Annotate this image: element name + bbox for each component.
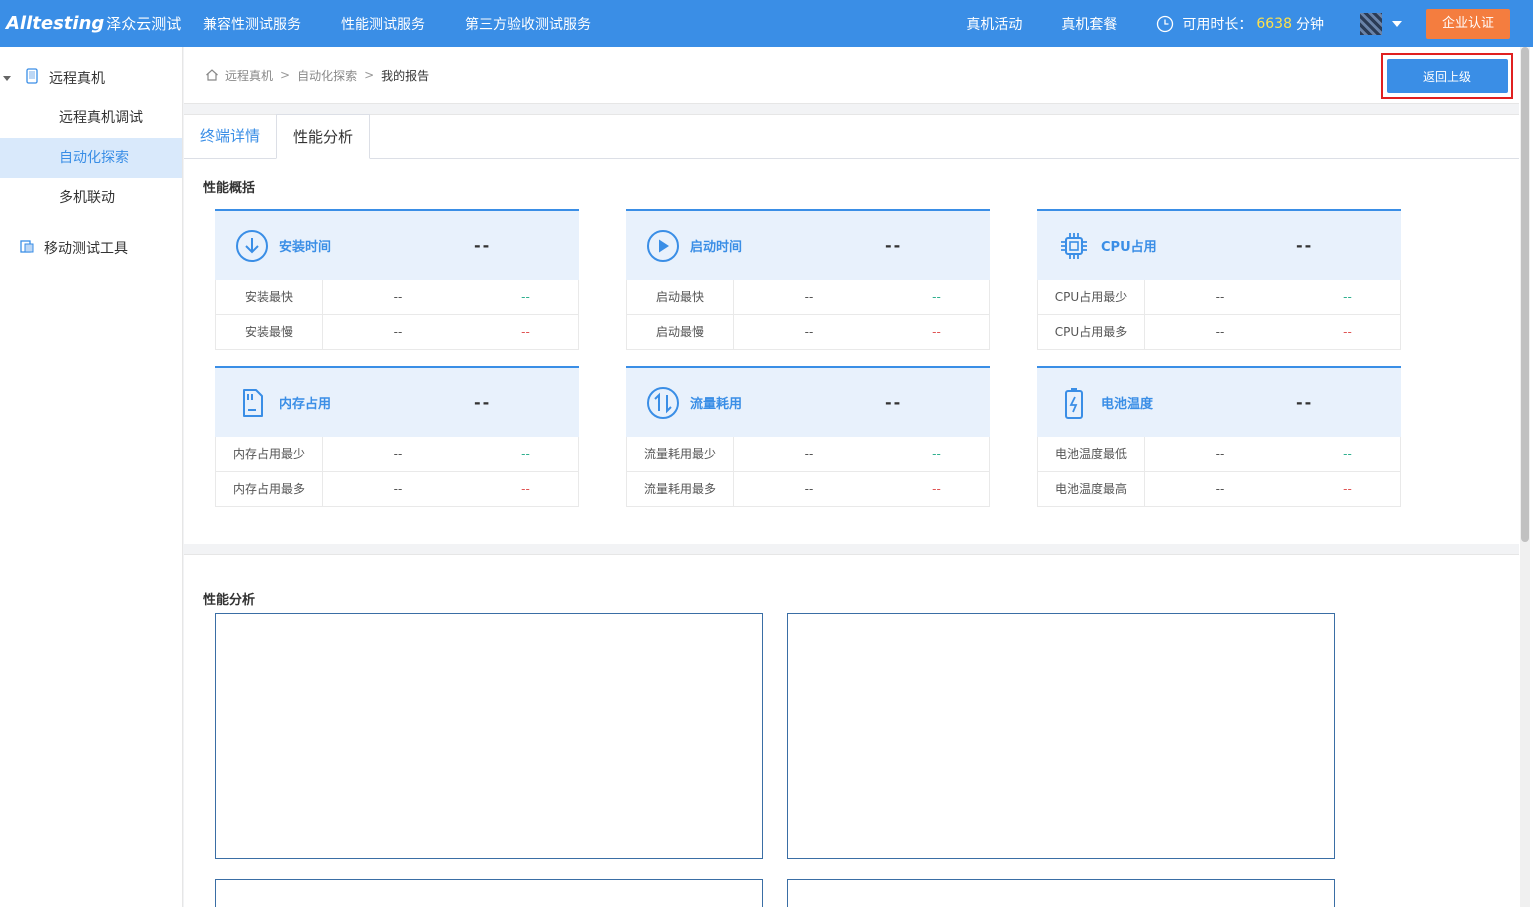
tab-terminal-details[interactable]: 终端详情 xyxy=(184,114,276,158)
nav-performance[interactable]: 性能测试服务 xyxy=(341,14,425,34)
table-row: 电池温度最高 -- -- xyxy=(1037,472,1401,507)
sidebar-item-auto-explore[interactable]: 自动化探索 xyxy=(0,138,182,178)
sidebar-group-label: 远程真机 xyxy=(49,71,105,87)
card-title: 流量耗用 xyxy=(690,397,743,412)
enterprise-auth-button[interactable]: 企业认证 xyxy=(1425,8,1510,39)
tabs: 终端详情 性能分析 xyxy=(184,114,1519,159)
tools-icon xyxy=(20,239,34,257)
time-label: 可用时长： xyxy=(1182,16,1253,33)
scrollbar-thumb[interactable] xyxy=(1521,47,1529,542)
sidebar-item-remote-debug[interactable]: 远程真机调试 xyxy=(0,98,182,138)
scrollbar[interactable] xyxy=(1520,47,1530,907)
main-nav: 兼容性测试服务 性能测试服务 第三方验收测试服务 xyxy=(183,0,611,47)
nav-device-package[interactable]: 真机套餐 xyxy=(1061,14,1117,34)
breadcrumb-my-report: 我的报告 xyxy=(381,68,430,83)
back-button[interactable]: 返回上级 xyxy=(1386,59,1508,93)
card-value: -- xyxy=(1296,236,1314,255)
table-row: 电池温度最低 -- -- xyxy=(1037,437,1401,472)
card-battery-temp: 电池温度 -- 电池温度最低 -- -- 电池温度最高 -- -- xyxy=(1037,366,1401,507)
battery-icon xyxy=(1057,386,1091,420)
card-title: 安装时间 xyxy=(279,240,332,255)
card-value: -- xyxy=(885,236,903,255)
chart-panel xyxy=(215,879,763,907)
traffic-arrows-icon xyxy=(646,386,680,420)
download-icon xyxy=(235,229,269,263)
overview-panel: 终端详情 性能分析 性能概括 安装时间 -- 安装最快 -- -- 安装最慢 -- --… xyxy=(184,114,1519,544)
phone-icon xyxy=(25,68,39,88)
card-launch-time: 启动时间 -- 启动最快 -- -- 启动最慢 -- -- xyxy=(626,209,990,350)
analysis-title: 性能分析 xyxy=(203,593,256,608)
breadcrumb: 远程真机 > 自动化探索 > 我的报告 返回上级 xyxy=(184,47,1519,104)
table-row: 内存占用最少 -- -- xyxy=(215,437,579,472)
breadcrumb-remote-device[interactable]: 远程真机 xyxy=(225,67,273,84)
table-row: CPU占用最少 -- -- xyxy=(1037,280,1401,315)
tab-performance-analysis[interactable]: 性能分析 xyxy=(276,114,371,159)
sidebar-group-mobile-tools[interactable]: 移动测试工具 xyxy=(0,228,182,268)
card-traffic-usage: 流量耗用 -- 流量耗用最少 -- -- 流量耗用最多 -- -- xyxy=(626,366,990,507)
card-value: -- xyxy=(885,393,903,412)
card-value: -- xyxy=(474,236,492,255)
chart-panel xyxy=(787,879,1335,907)
available-time: 可用时长： 6638 分钟 xyxy=(1156,14,1324,34)
cpu-icon xyxy=(1057,229,1091,263)
caret-down-icon xyxy=(3,75,11,81)
memory-card-icon xyxy=(235,386,269,420)
table-row: 安装最慢 -- -- xyxy=(215,315,579,350)
analysis-panel: 性能分析 xyxy=(184,554,1519,907)
card-title: CPU占用 xyxy=(1101,240,1157,255)
nav-right: 真机活动 真机套餐 可用时长： 6638 分钟 企业认证 xyxy=(966,0,1533,47)
home-icon[interactable] xyxy=(205,68,219,82)
table-row: CPU占用最多 -- -- xyxy=(1037,315,1401,350)
logo-cn: 泽众云测试 xyxy=(106,15,182,33)
overview-title: 性能概括 xyxy=(203,181,256,196)
time-value: 6638 xyxy=(1256,15,1292,32)
nav-acceptance[interactable]: 第三方验收测试服务 xyxy=(465,14,591,34)
sidebar-group-remote-device[interactable]: 远程真机 xyxy=(0,58,182,98)
card-install-time: 安装时间 -- 安装最快 -- -- 安装最慢 -- -- xyxy=(215,209,579,350)
sidebar-item-multi-device[interactable]: 多机联动 xyxy=(0,178,182,218)
card-memory-usage: 内存占用 -- 内存占用最少 -- -- 内存占用最多 -- -- xyxy=(215,366,579,507)
sidebar-group-label: 移动测试工具 xyxy=(44,241,128,257)
table-row: 启动最慢 -- -- xyxy=(626,315,990,350)
nav-device-activity[interactable]: 真机活动 xyxy=(966,14,1022,34)
chart-panel xyxy=(215,613,763,859)
clock-icon xyxy=(1157,15,1174,32)
nav-compatibility[interactable]: 兼容性测试服务 xyxy=(203,14,301,34)
card-value: -- xyxy=(474,393,492,412)
breadcrumb-auto-explore[interactable]: 自动化探索 xyxy=(297,67,357,84)
breadcrumb-sep: > xyxy=(280,68,291,82)
breadcrumb-sep: > xyxy=(364,68,375,82)
table-row: 内存占用最多 -- -- xyxy=(215,472,579,507)
avatar[interactable] xyxy=(1359,12,1382,35)
play-icon xyxy=(646,229,680,263)
table-row: 流量耗用最多 -- -- xyxy=(626,472,990,507)
back-button-highlight: 返回上级 xyxy=(1381,53,1513,99)
chevron-down-icon[interactable] xyxy=(1391,20,1402,27)
main-content: 远程真机 > 自动化探索 > 我的报告 返回上级 终端详情 性能分析 性能概括 … xyxy=(184,47,1519,907)
sidebar: 远程真机 远程真机调试 自动化探索 多机联动 移动测试工具 xyxy=(0,47,183,907)
chart-panel xyxy=(787,613,1335,859)
card-title: 内存占用 xyxy=(279,397,332,412)
card-title: 电池温度 xyxy=(1101,397,1154,412)
top-navbar: Alltesting 泽众云测试 兼容性测试服务 性能测试服务 第三方验收测试服… xyxy=(0,0,1533,47)
table-row: 启动最快 -- -- xyxy=(626,280,990,315)
card-title: 启动时间 xyxy=(690,240,743,255)
logo[interactable]: Alltesting 泽众云测试 xyxy=(0,13,183,34)
card-value: -- xyxy=(1296,393,1314,412)
card-cpu-usage: CPU占用 -- CPU占用最少 -- -- CPU占用最多 -- -- xyxy=(1037,209,1401,350)
time-unit: 分钟 xyxy=(1295,16,1324,33)
table-row: 安装最快 -- -- xyxy=(215,280,579,315)
table-row: 流量耗用最少 -- -- xyxy=(626,437,990,472)
logo-text: Alltesting xyxy=(6,13,105,34)
